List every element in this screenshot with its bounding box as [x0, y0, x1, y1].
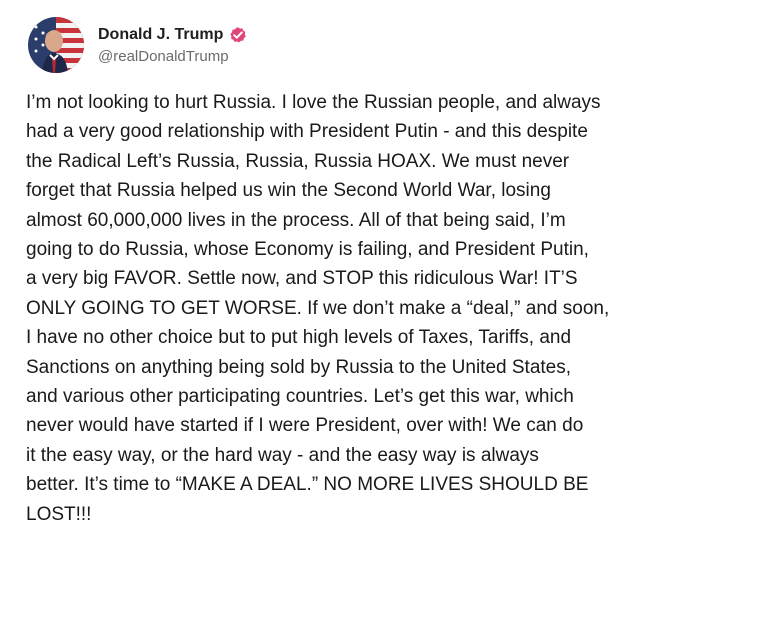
post-line: I’m not looking to hurt Russia. I love t… [26, 92, 601, 113]
author-handle[interactable]: @realDonaldTrump [98, 48, 247, 66]
post-header: Donald J. Trump @realDonaldTrump [28, 17, 247, 73]
post-line: I have no other choice but to put high l… [26, 327, 572, 349]
post-card: Donald J. Trump @realDonaldTrump I’m not… [0, 0, 765, 623]
post-line: Sanctions on anything being sold by Russ… [26, 356, 572, 378]
post-line: the Radical Left’s Russia, Russia, Russi… [26, 150, 570, 172]
post-line: it the easy way, or the hard way - and t… [26, 444, 539, 466]
author-display-name[interactable]: Donald J. Trump [98, 25, 223, 45]
author-name-row: Donald J. Trump [98, 25, 247, 45]
post-line: LOST!!! [26, 503, 92, 525]
profile-avatar[interactable] [28, 17, 84, 73]
post-line: a very big FAVOR. Settle now, and STOP t… [26, 268, 578, 290]
verified-badge-icon [229, 26, 247, 44]
post-line: had a very good relationship with Presid… [26, 121, 588, 143]
post-body-text: I’m not looking to hurt Russia. I love t… [26, 88, 761, 529]
post-line: never would have started if I were Presi… [26, 415, 584, 437]
author-identity: Donald J. Trump @realDonaldTrump [98, 25, 247, 66]
post-line: almost 60,000,000 lives in the process. … [26, 209, 566, 231]
post-line: going to do Russia, whose Economy is fai… [26, 239, 589, 261]
avatar-image [28, 17, 84, 73]
post-line: ONLY GOING TO GET WORSE. If we don’t mak… [26, 297, 610, 319]
post-line: and various other participating countrie… [26, 386, 574, 408]
post-line: forget that Russia helped us win the Sec… [26, 180, 551, 202]
post-line: better. It’s time to “MAKE A DEAL.” NO M… [26, 474, 589, 496]
